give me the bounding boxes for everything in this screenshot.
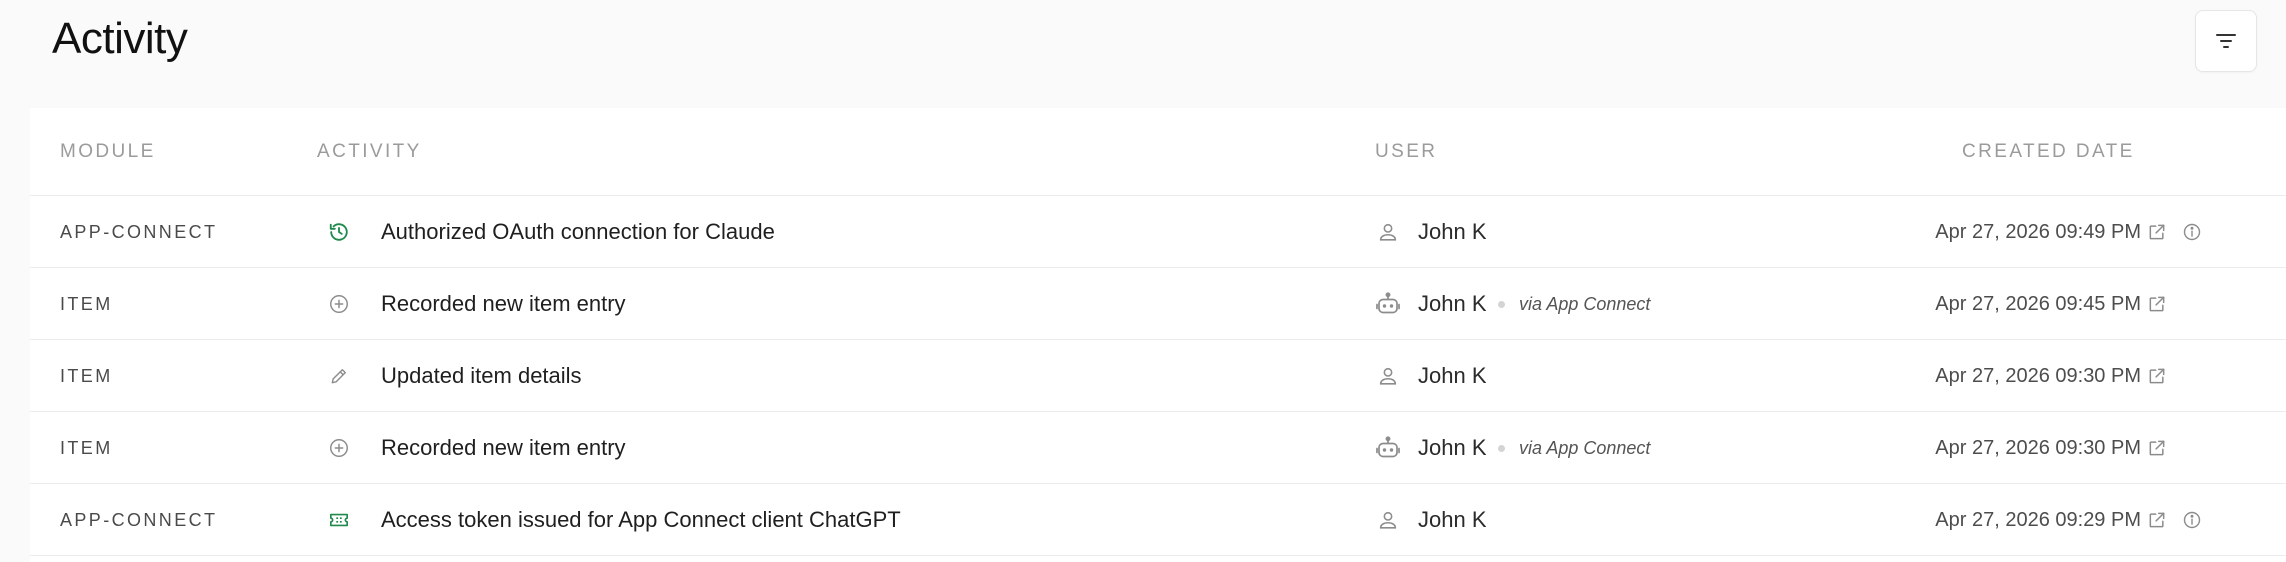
table-row[interactable]: ITEM Recorded new item entry John K via App… <box>30 412 2286 484</box>
table-header: MODULE ACTIVITY USER CREATED DATE <box>30 108 2286 196</box>
module-label: APP-CONNECT <box>60 221 218 242</box>
open-details-button[interactable] <box>2144 340 2170 412</box>
module-label: ITEM <box>60 365 113 386</box>
external-link-icon <box>2147 222 2167 242</box>
external-link-icon <box>2147 294 2167 314</box>
column-header-user[interactable]: USER <box>1375 108 1437 196</box>
filter-button[interactable] <box>2195 10 2257 72</box>
created-date: Apr 27, 2026 09:30 PM <box>1935 364 2141 387</box>
column-header-created-date[interactable]: CREATED DATE <box>1962 108 2135 196</box>
activity-text: Recorded new item entry <box>381 435 626 460</box>
created-date: Apr 27, 2026 09:29 PM <box>1935 508 2141 531</box>
external-link-icon <box>2147 366 2167 386</box>
activity-text: Authorized OAuth connection for Claude <box>381 219 775 244</box>
activity-page: Activity MODULE ACTIVITY USER CREATED DA… <box>0 0 2286 562</box>
created-date: Apr 27, 2026 09:30 PM <box>1935 436 2141 459</box>
via-label: via App Connect <box>1519 293 1651 314</box>
history-icon <box>326 196 352 268</box>
module-label: ITEM <box>60 293 113 314</box>
plus-circle-icon <box>326 268 352 340</box>
module-label: APP-CONNECT <box>60 509 218 530</box>
info-button[interactable] <box>2179 484 2205 556</box>
info-icon <box>2182 222 2202 242</box>
ticket-icon <box>326 484 352 556</box>
created-date: Apr 27, 2026 09:49 PM <box>1935 220 2141 243</box>
person-icon <box>1375 484 1401 556</box>
activity-text: Updated item details <box>381 363 582 388</box>
table-row[interactable]: ITEM Recorded new item entry John K via App… <box>30 268 2286 340</box>
open-details-button[interactable] <box>2144 196 2170 268</box>
table-row[interactable]: APP-CONNECT Authorized OAuth connection f… <box>30 196 2286 268</box>
activity-text: Recorded new item entry <box>381 291 626 316</box>
pencil-icon <box>326 340 352 412</box>
external-link-icon <box>2147 438 2167 458</box>
column-header-activity[interactable]: ACTIVITY <box>317 108 422 196</box>
user-name: John K <box>1418 435 1487 460</box>
filter-icon <box>2214 31 2238 51</box>
module-label: ITEM <box>60 437 113 458</box>
person-icon <box>1375 196 1401 268</box>
user-name: John K <box>1418 507 1487 532</box>
open-details-button[interactable] <box>2144 268 2170 340</box>
robot-icon <box>1375 412 1401 484</box>
activity-text: Access token issued for App Connect clie… <box>381 507 901 532</box>
created-date: Apr 27, 2026 09:45 PM <box>1935 292 2141 315</box>
via-label: via App Connect <box>1519 437 1651 458</box>
info-icon <box>2182 510 2202 530</box>
external-link-icon <box>2147 510 2167 530</box>
person-icon <box>1375 340 1401 412</box>
user-name: John K <box>1418 219 1487 244</box>
user-name: John K <box>1418 363 1487 388</box>
open-details-button[interactable] <box>2144 412 2170 484</box>
plus-circle-icon <box>326 412 352 484</box>
user-name: John K <box>1418 291 1487 316</box>
activity-table: MODULE ACTIVITY USER CREATED DATE APP-CO… <box>30 108 2286 562</box>
table-row[interactable]: ITEM Updated item details John K Apr 27, 20… <box>30 340 2286 412</box>
column-header-module[interactable]: MODULE <box>60 108 156 196</box>
separator-dot <box>1498 268 1505 340</box>
info-button[interactable] <box>2179 196 2205 268</box>
page-title: Activity <box>52 14 188 63</box>
robot-icon <box>1375 268 1401 340</box>
open-details-button[interactable] <box>2144 484 2170 556</box>
table-row[interactable]: APP-CONNECT Access token issued for App C… <box>30 484 2286 556</box>
separator-dot <box>1498 412 1505 484</box>
